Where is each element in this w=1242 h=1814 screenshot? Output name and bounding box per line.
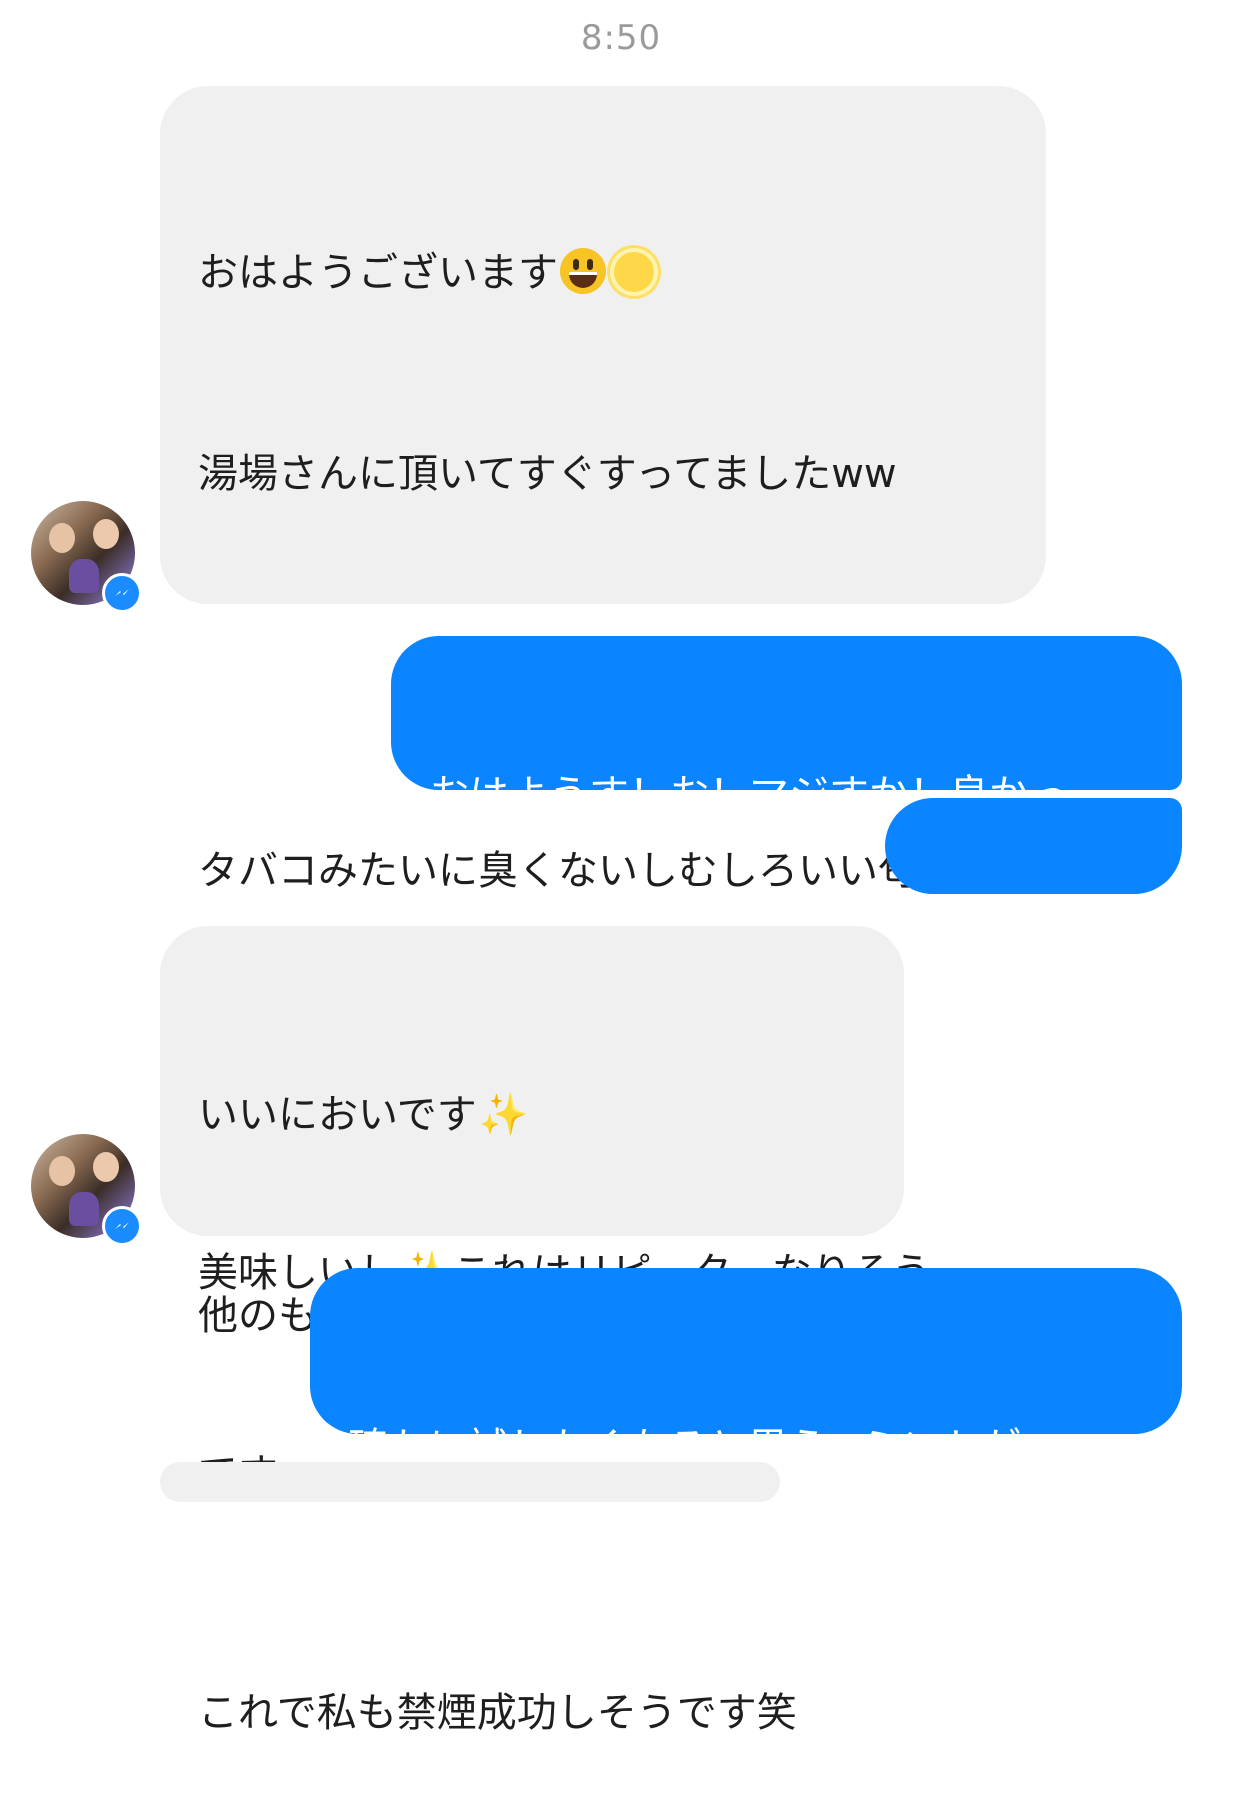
message-line: いいにおいです✨ bbox=[198, 1092, 529, 1138]
sun-icon bbox=[614, 252, 654, 292]
message-line: これで私も禁煙成功しそうです笑 bbox=[198, 1690, 797, 1736]
message-timestamp: 8:50 bbox=[580, 18, 662, 58]
smiling-face-icon bbox=[560, 248, 606, 294]
message-line: 湯場さんに頂いてすぐすってましたww bbox=[198, 451, 897, 497]
avatar-face bbox=[49, 523, 75, 553]
messenger-icon bbox=[102, 1206, 142, 1246]
incoming-message-bubble-partial[interactable] bbox=[160, 1462, 780, 1502]
outgoing-message-bubble[interactable]: 確かに試したくなると思うwミントが一 番タバコに近いみたい！ bbox=[310, 1268, 1182, 1663]
incoming-message-bubble[interactable]: おはようございます 湯場さんに頂いてすぐすってましたww タバコみたいに臭くない… bbox=[160, 86, 1046, 1497]
sparkles-icon: ✨ bbox=[478, 1092, 529, 1138]
avatar-child bbox=[69, 1192, 99, 1226]
outgoing-message-bubble[interactable]: 匂いいよね bbox=[885, 798, 1182, 1002]
avatar-child bbox=[69, 559, 99, 593]
message-line: 番タバコに近いみたい！ bbox=[348, 1617, 788, 1663]
avatar-face bbox=[93, 519, 119, 549]
outgoing-message-bubble[interactable]: おはようす！お！マジすか！良かっ た！！ bbox=[391, 636, 1182, 992]
avatar-face bbox=[49, 1156, 75, 1186]
incoming-message-bubble[interactable]: いいにおいです✨ 他のも試したくなりますね✨ これで私も禁煙成功しそうです笑 bbox=[160, 926, 904, 1736]
message-line: 匂いいよね bbox=[923, 956, 1123, 1002]
message-line: おはようございます bbox=[198, 240, 1016, 307]
messenger-icon bbox=[102, 573, 142, 613]
avatar-face bbox=[93, 1152, 119, 1182]
